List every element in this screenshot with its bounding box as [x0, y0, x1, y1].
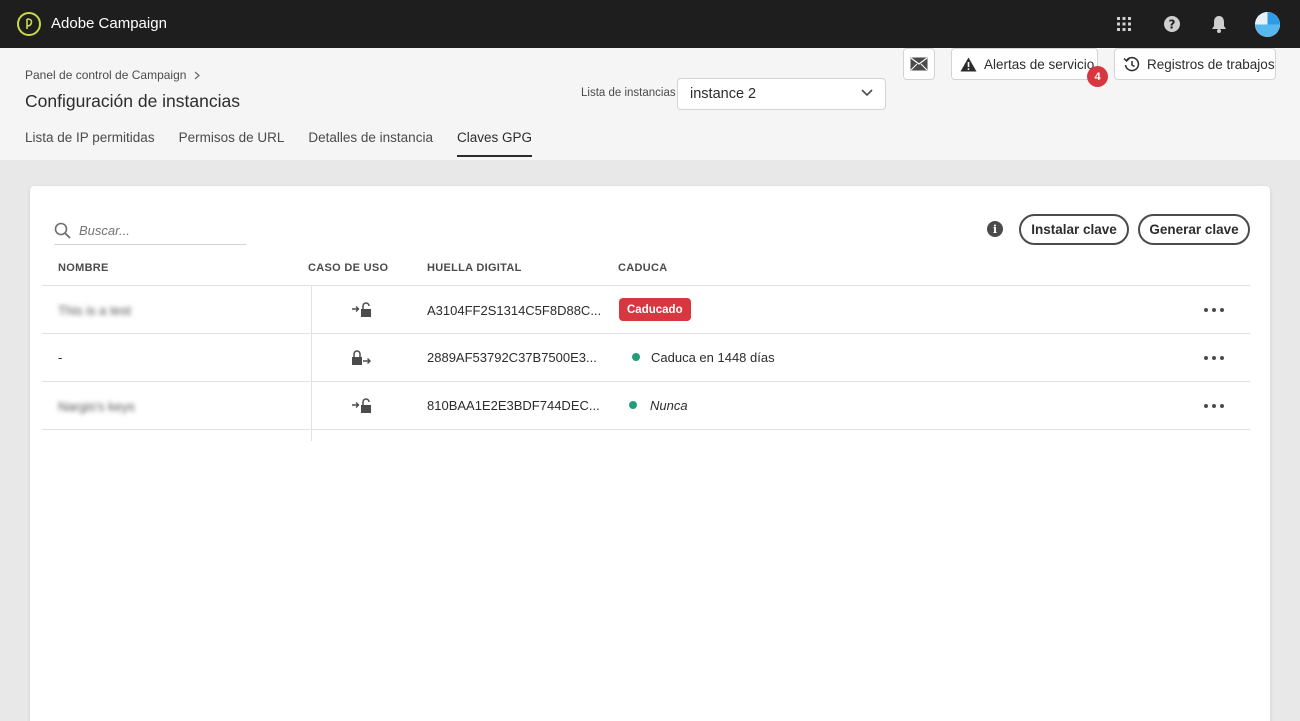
column-divider: [311, 285, 312, 441]
service-alerts-button[interactable]: Alertas de servicio: [951, 48, 1098, 80]
key-name[interactable]: Nargis's keys: [58, 399, 135, 414]
page-header: Panel de control de Campaign Configuraci…: [0, 48, 1300, 160]
table-divider: [42, 381, 1250, 382]
page-title: Configuración de instancias: [25, 91, 240, 111]
encrypt-icon: [352, 350, 371, 365]
adobe-campaign-logo-icon[interactable]: [17, 12, 41, 36]
install-key-button[interactable]: Instalar clave: [1019, 214, 1129, 245]
info-icon[interactable]: i: [987, 221, 1003, 237]
column-header-name[interactable]: NOMBRE: [58, 262, 109, 274]
expiry-text: Nunca: [650, 398, 688, 413]
tab-bar: Lista de IP permitidas Permisos de URL D…: [25, 130, 532, 157]
tab-url-permissions[interactable]: Permisos de URL: [179, 130, 285, 157]
expired-status-badge: Caducado: [619, 298, 691, 321]
decrypt-icon: [352, 398, 371, 413]
column-header-use-case[interactable]: CASO DE USO: [308, 262, 388, 274]
table-divider: [42, 429, 1250, 430]
instance-list-label: Lista de instancias: [581, 87, 676, 99]
search-input[interactable]: [79, 222, 239, 238]
key-name[interactable]: This is a test: [58, 303, 131, 318]
active-status-dot: [629, 401, 637, 409]
warning-icon: [960, 57, 977, 71]
gpg-keys-card: i Instalar clave Generar clave NOMBRE CA…: [30, 186, 1270, 721]
tab-allowed-ip-list[interactable]: Lista de IP permitidas: [25, 130, 155, 157]
mail-alert-icon: [910, 57, 928, 71]
search-icon: [54, 222, 71, 239]
help-icon[interactable]: ?: [1160, 12, 1184, 36]
instance-select[interactable]: instance 2: [677, 78, 886, 110]
table-divider: [42, 285, 1250, 286]
job-logs-label: Registros de trabajos: [1147, 56, 1275, 72]
svg-text:?: ?: [1169, 18, 1176, 32]
instance-select-value: instance 2: [690, 86, 757, 102]
tab-gpg-keys[interactable]: Claves GPG: [456, 130, 532, 157]
history-icon: [1123, 56, 1140, 72]
tab-instance-details[interactable]: Detalles de instancia: [308, 130, 433, 157]
chevron-down-icon: [861, 89, 873, 97]
breadcrumb-link[interactable]: Panel de control de Campaign: [25, 68, 186, 82]
email-alert-button[interactable]: [903, 48, 935, 80]
key-fingerprint: 2889AF53792C37B7500E3...: [427, 350, 597, 365]
top-nav-bar: Adobe Campaign ?: [0, 0, 1300, 48]
chevron-right-icon: [195, 71, 201, 79]
table-divider: [42, 333, 1250, 334]
expiry-text: Caduca en 1448 días: [651, 350, 775, 365]
service-alerts-label: Alertas de servicio: [984, 56, 1095, 72]
generate-key-button[interactable]: Generar clave: [1138, 214, 1250, 245]
column-header-expires[interactable]: CADUCA: [618, 262, 667, 274]
row-more-actions-icon[interactable]: [1204, 400, 1224, 412]
row-more-actions-icon[interactable]: [1204, 304, 1224, 316]
active-status-dot: [632, 353, 640, 361]
breadcrumb: Panel de control de Campaign: [25, 68, 201, 82]
app-title[interactable]: Adobe Campaign: [51, 15, 167, 32]
service-alerts-count-badge: 4: [1087, 66, 1108, 87]
user-avatar[interactable]: [1255, 12, 1280, 37]
decrypt-icon: [352, 302, 371, 317]
apps-grid-icon[interactable]: [1112, 12, 1136, 36]
key-name[interactable]: -: [58, 350, 62, 365]
row-more-actions-icon[interactable]: [1204, 352, 1224, 364]
job-logs-button[interactable]: Registros de trabajos: [1114, 48, 1276, 80]
search-box: [54, 216, 246, 245]
logo-mark: [26, 18, 33, 29]
column-header-fingerprint[interactable]: HUELLA DIGITAL: [427, 262, 522, 274]
avatar-graphic: [1255, 12, 1280, 37]
key-fingerprint: 810BAA1E2E3BDF744DEC...: [427, 398, 600, 413]
key-fingerprint: A3104FF2S1314C5F8D88C...: [427, 303, 602, 318]
notifications-bell-icon[interactable]: [1207, 12, 1231, 36]
